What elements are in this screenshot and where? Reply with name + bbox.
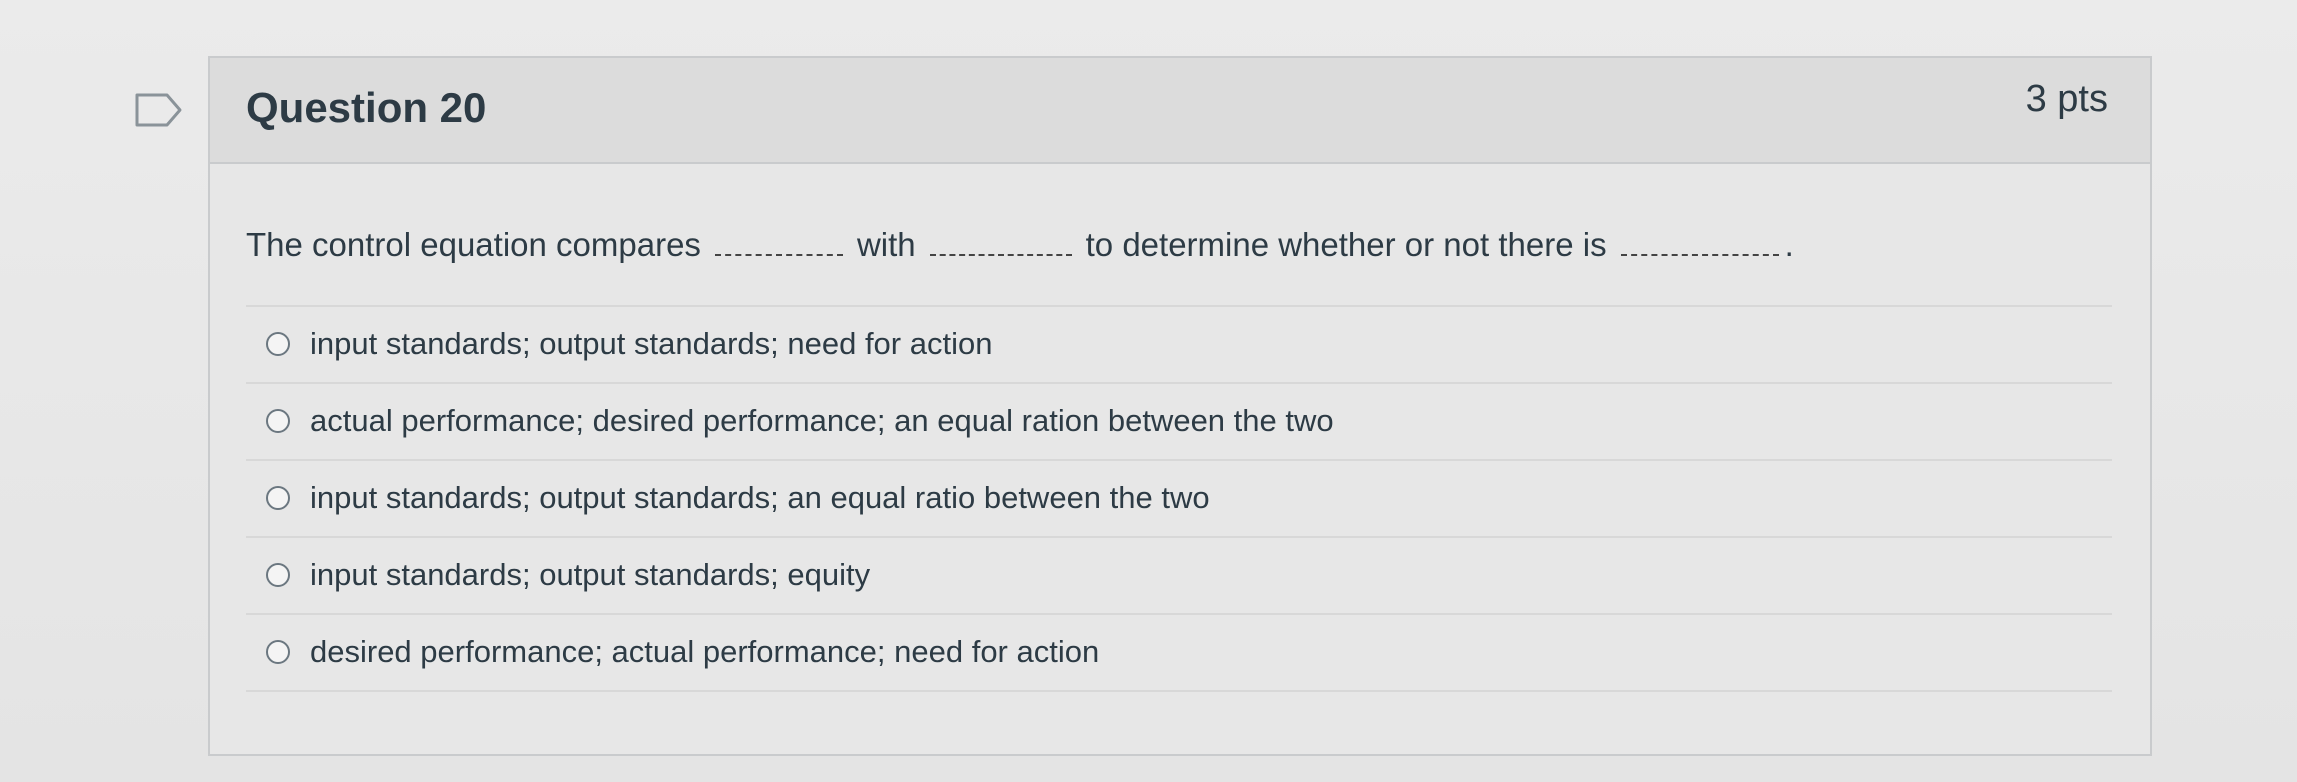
answer-label[interactable]: actual performance; desired performance;… — [310, 403, 1334, 439]
flag-question-icon[interactable] — [134, 92, 184, 128]
answer-option-2[interactable]: actual performance; desired performance;… — [246, 384, 2112, 461]
radio-button[interactable] — [266, 409, 290, 434]
question-card: Question 20 3 pts The control equation c… — [208, 56, 2152, 756]
question-text-part3: to determine whether or not there is — [1085, 226, 1607, 263]
blank-1 — [714, 232, 843, 256]
question-title: Question 20 — [246, 84, 487, 131]
answer-label[interactable]: input standards; output standards; equit… — [310, 557, 870, 593]
radio-button[interactable] — [266, 640, 290, 665]
quiz-page: Question 20 3 pts The control equation c… — [0, 0, 2297, 782]
question-text: The control equation compares with to dete… — [246, 224, 2112, 267]
answer-label[interactable]: desired performance; actual performance;… — [310, 634, 1099, 670]
blank-2 — [929, 232, 1072, 256]
blank-3 — [1620, 232, 1779, 256]
question-header: Question 20 3 pts — [210, 58, 2150, 164]
answer-option-3[interactable]: input standards; output standards; an eq… — [246, 461, 2112, 538]
question-text-end: . — [1784, 226, 1794, 263]
answer-list: input standards; output standards; need … — [246, 304, 2112, 692]
radio-button[interactable] — [266, 486, 290, 511]
radio-button[interactable] — [266, 332, 290, 357]
answer-option-5[interactable]: desired performance; actual performance;… — [246, 615, 2112, 692]
question-text-part1: The control equation compares — [246, 226, 701, 263]
question-points: 3 pts — [2025, 78, 2108, 120]
answer-label[interactable]: input standards; output standards; an eq… — [310, 480, 1210, 516]
question-body: The control equation compares with to dete… — [210, 224, 2150, 692]
radio-button[interactable] — [266, 563, 290, 588]
answer-option-1[interactable]: input standards; output standards; need … — [246, 307, 2112, 384]
answer-label[interactable]: input standards; output standards; need … — [310, 326, 992, 362]
answer-option-4[interactable]: input standards; output standards; equit… — [246, 538, 2112, 615]
question-text-part2: with — [856, 226, 916, 263]
